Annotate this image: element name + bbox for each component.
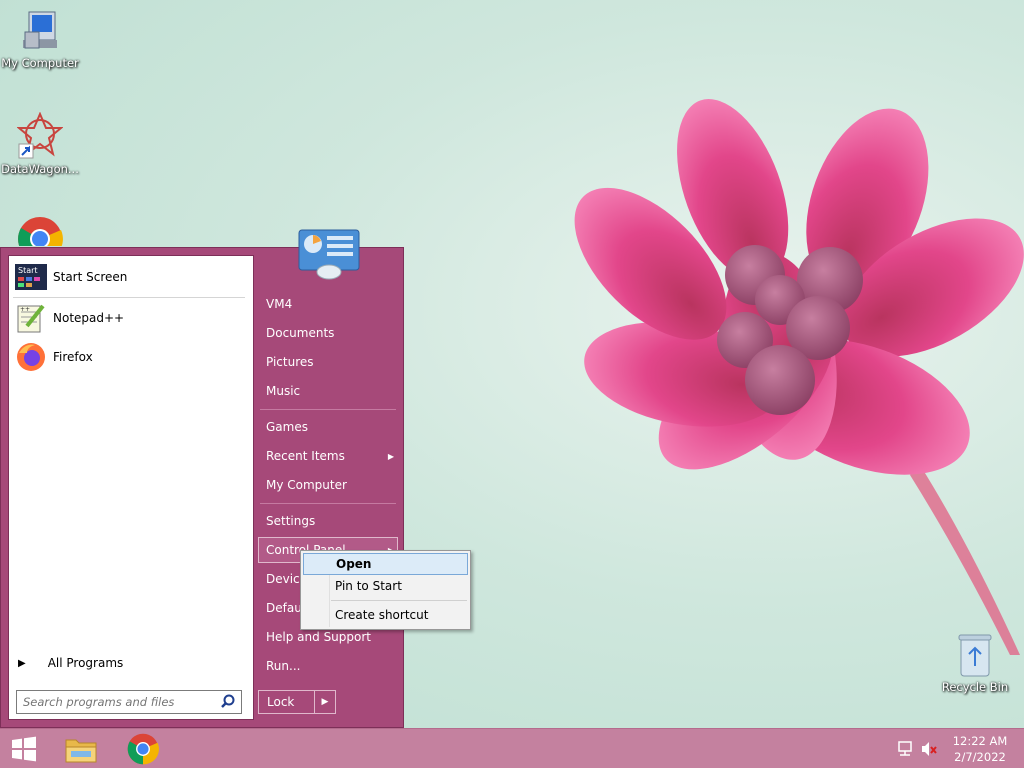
pinned-item-firefox[interactable]: Firefox — [15, 340, 247, 374]
desktop-icon-my-computer[interactable]: My Computer — [0, 10, 80, 70]
taskbar: 12:22 AM 2/7/2022 — [0, 728, 1024, 768]
context-item-open[interactable]: Open — [303, 553, 468, 575]
network-icon[interactable] — [897, 741, 915, 757]
triangle-right-icon: ▶ — [18, 657, 26, 669]
svg-text:Start: Start — [18, 266, 38, 275]
desktop-icon-datawagon[interactable]: DataWagon... — [0, 112, 80, 176]
right-item-help-and-support[interactable]: Help and Support — [266, 630, 371, 644]
desktop-icon-recycle-bin[interactable]: Recycle Bin — [935, 632, 1015, 694]
clock-date[interactable]: 2/7/2022 — [950, 750, 1010, 764]
computer-icon — [23, 11, 57, 49]
chrome-icon — [18, 217, 63, 246]
context-item-label: Open — [336, 557, 372, 571]
datawagon-icon — [17, 112, 63, 159]
right-item-games[interactable]: Games — [266, 420, 308, 434]
context-item-label: Create shortcut — [335, 608, 429, 622]
start-screen-icon: Start — [15, 264, 47, 290]
right-item-recent-items[interactable]: Recent Items ▶ — [266, 449, 394, 463]
volume-muted-icon[interactable] — [920, 741, 938, 757]
right-item-vm4[interactable]: VM4 — [266, 297, 292, 311]
start-search-box[interactable] — [16, 690, 242, 714]
context-menu-separator — [331, 600, 467, 601]
pinned-item-notepadpp[interactable]: ++ Notepad++ — [15, 301, 247, 335]
right-item-pictures[interactable]: Pictures — [266, 355, 314, 369]
pinned-item-start-screen[interactable]: Start Start Screen — [15, 260, 247, 294]
notepadpp-icon: ++ — [17, 304, 45, 333]
pinned-item-label: Firefox — [53, 350, 93, 364]
context-item-pin-to-start[interactable]: Pin to Start — [303, 575, 468, 597]
right-separator — [260, 409, 396, 410]
all-programs-label: All Programs — [47, 656, 124, 670]
all-programs-row[interactable]: ▶ All Programs — [18, 656, 123, 670]
search-input[interactable] — [17, 694, 219, 710]
start-menu-programs-pane: Start Start Screen ++ Notepad++ Firefox — [8, 255, 254, 650]
wallpaper-flower — [574, 99, 1024, 655]
arrow-right-icon: ▶ — [387, 452, 394, 461]
desktop-icon-label: DataWagon... — [1, 162, 79, 176]
recycle-bin-icon — [958, 634, 992, 677]
firefox-icon — [17, 343, 45, 371]
desktop-icon-label: My Computer — [1, 56, 79, 70]
right-item-music[interactable]: Music — [266, 384, 300, 398]
lock-options-arrow-icon[interactable]: ▶ — [314, 691, 335, 713]
context-item-label: Pin to Start — [335, 579, 402, 593]
pinned-item-label: Notepad++ — [53, 311, 125, 325]
right-item-documents[interactable]: Documents — [266, 326, 334, 340]
lock-label: Lock — [267, 695, 295, 709]
desktop-icon-label: Recycle Bin — [941, 680, 1009, 694]
right-item-settings[interactable]: Settings — [266, 514, 315, 528]
right-item-run[interactable]: Run... — [266, 659, 300, 673]
right-item-label: Recent Items — [266, 449, 345, 463]
lock-button[interactable]: Lock ▶ — [258, 690, 336, 714]
svg-text:++: ++ — [20, 306, 30, 313]
pinned-separator — [13, 297, 245, 298]
start-windows-icon[interactable] — [9, 734, 39, 764]
chrome-taskbar-icon[interactable] — [127, 733, 159, 765]
right-item-my-computer[interactable]: My Computer — [266, 478, 347, 492]
context-item-create-shortcut[interactable]: Create shortcut — [303, 604, 468, 626]
clock-time[interactable]: 12:22 AM — [950, 734, 1010, 748]
pinned-item-label: Start Screen — [53, 270, 128, 284]
context-menu: Open Pin to Start Create shortcut — [300, 550, 471, 630]
desktop-icon-chrome[interactable] — [0, 216, 80, 246]
file-explorer-icon[interactable] — [64, 734, 98, 764]
control-panel-picture-icon — [298, 229, 360, 280]
search-icon[interactable] — [219, 693, 237, 711]
right-separator — [260, 503, 396, 504]
